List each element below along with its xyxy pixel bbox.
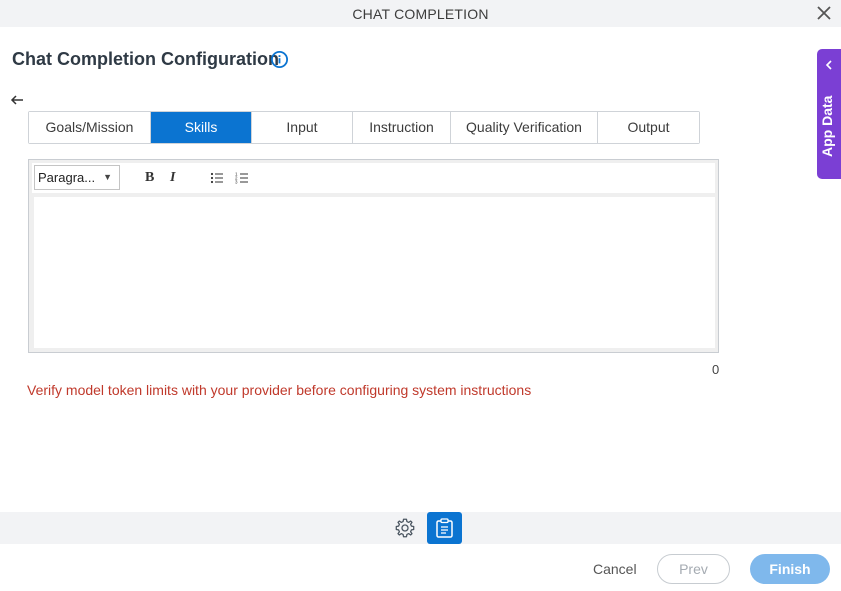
app-data-panel-toggle[interactable]: App Data xyxy=(817,49,841,179)
paragraph-format-value: Paragra... xyxy=(38,170,96,185)
window-title: CHAT COMPLETION xyxy=(352,6,489,22)
info-icon[interactable] xyxy=(270,50,289,69)
close-icon[interactable] xyxy=(815,4,833,22)
bullet-list-icon[interactable] xyxy=(210,170,224,186)
tab-quality-verification[interactable]: Quality Verification xyxy=(451,112,598,143)
editor-content-area[interactable] xyxy=(34,197,715,348)
tab-goals-mission[interactable]: Goals/Mission xyxy=(29,112,151,143)
editor-toolbar: Paragra... ▼ B I 1 2 3 xyxy=(32,163,715,193)
gear-icon[interactable] xyxy=(394,517,416,539)
clipboard-document-icon xyxy=(436,518,453,538)
footer-toolbar xyxy=(0,512,841,544)
dropdown-caret-icon: ▼ xyxy=(103,172,112,182)
tab-output[interactable]: Output xyxy=(598,112,699,143)
tab-bar: Goals/Mission Skills Input Instruction Q… xyxy=(28,111,700,144)
bold-button[interactable]: B xyxy=(145,170,154,186)
character-count: 0 xyxy=(712,362,720,377)
paragraph-format-select[interactable]: Paragra... ▼ xyxy=(34,165,120,190)
tab-skills[interactable]: Skills xyxy=(151,112,252,143)
back-arrow-icon[interactable] xyxy=(9,92,25,108)
page-title: Chat Completion Configuration xyxy=(12,49,279,69)
svg-text:3: 3 xyxy=(235,180,238,185)
token-limit-warning: Verify model token limits with your prov… xyxy=(27,382,532,398)
chevron-left-icon xyxy=(825,60,832,70)
title-bar: CHAT COMPLETION xyxy=(0,0,841,27)
tab-input[interactable]: Input xyxy=(252,112,353,143)
rich-text-editor: Paragra... ▼ B I 1 2 3 xyxy=(28,159,719,353)
italic-button[interactable]: I xyxy=(170,170,175,186)
prev-button[interactable]: Prev xyxy=(657,554,730,584)
cancel-button[interactable]: Cancel xyxy=(593,561,637,577)
finish-button[interactable]: Finish xyxy=(750,554,830,584)
app-data-label: App Data xyxy=(819,95,835,157)
document-button[interactable] xyxy=(427,512,462,544)
tab-instruction[interactable]: Instruction xyxy=(353,112,451,143)
numbered-list-icon[interactable]: 1 2 3 xyxy=(235,170,249,186)
